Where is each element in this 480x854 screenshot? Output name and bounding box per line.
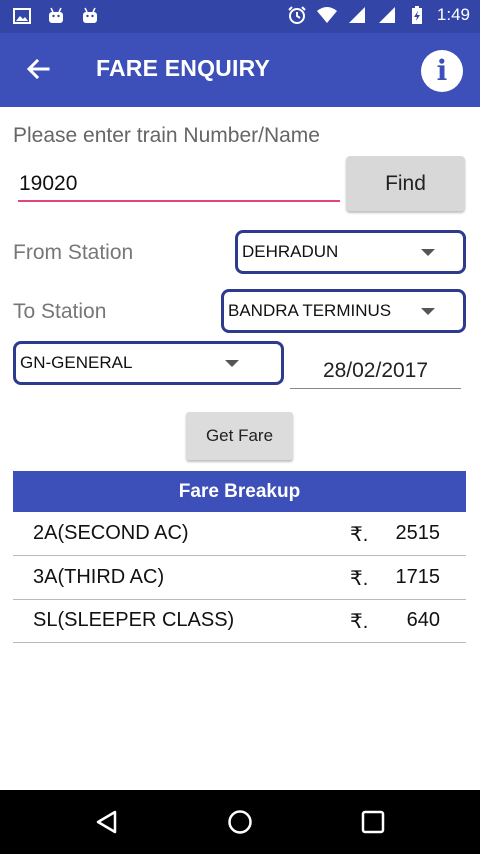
table-row: 2A(SECOND AC) ₹. 2515 (13, 512, 466, 556)
fare-class: SL(SLEEPER CLASS) (33, 609, 235, 631)
chevron-down-icon (421, 249, 435, 256)
fare-amount: 640 (406, 609, 440, 631)
battery-charging-icon (411, 6, 422, 24)
table-row: 3A(THIRD AC) ₹. 1715 (13, 556, 466, 600)
quota-value: GN-GENERAL (20, 353, 133, 372)
from-station-label: From Station (13, 241, 134, 264)
nav-back-icon[interactable] (94, 809, 120, 835)
train-number-input[interactable] (18, 168, 340, 202)
quota-select[interactable]: GN-GENERAL (13, 341, 284, 385)
currency-symbol: ₹. (350, 524, 369, 546)
image-icon (13, 8, 31, 24)
fare-class: 2A(SECOND AC) (33, 522, 189, 544)
chevron-down-icon (421, 308, 435, 315)
signal-icon (378, 7, 395, 23)
nav-home-icon[interactable] (227, 809, 253, 835)
to-station-label: To Station (13, 300, 107, 323)
currency-symbol: ₹. (350, 611, 369, 633)
status-left-icons (12, 6, 100, 26)
chevron-down-icon (225, 360, 239, 367)
fare-amount: 2515 (395, 522, 441, 544)
to-station-select[interactable]: BANDRA TERMINUS (221, 289, 466, 333)
app-bar: FARE ENQUIRY i (0, 33, 480, 107)
from-station-select[interactable]: DEHRADUN (235, 230, 466, 274)
alarm-icon (288, 6, 306, 24)
android-icon (83, 7, 97, 23)
info-icon[interactable]: i (421, 50, 463, 92)
table-row: SL(SLEEPER CLASS) ₹. 640 (13, 599, 466, 643)
wifi-icon (316, 7, 337, 23)
train-prompt-label: Please enter train Number/Name (13, 124, 320, 147)
get-fare-button[interactable]: Get Fare (186, 412, 293, 460)
currency-symbol: ₹. (350, 568, 369, 590)
arrow-back-icon[interactable] (22, 53, 54, 85)
navigation-bar (0, 790, 480, 854)
signal-icon (348, 7, 365, 23)
page-title: FARE ENQUIRY (96, 55, 271, 81)
to-station-value: BANDRA TERMINUS (228, 301, 392, 320)
status-bar: 1:49 (0, 0, 480, 33)
nav-recents-icon[interactable] (361, 810, 385, 834)
status-right-icons: 1:49 (287, 5, 470, 25)
from-station-value: DEHRADUN (242, 242, 339, 261)
android-icon (49, 7, 63, 23)
find-button[interactable]: Find (346, 156, 465, 211)
status-time: 1:49 (436, 5, 470, 24)
fare-class: 3A(THIRD AC) (33, 566, 165, 588)
journey-date-field[interactable]: 28/02/2017 (290, 354, 461, 389)
fare-breakup-header: Fare Breakup (13, 471, 466, 512)
fare-amount: 1715 (395, 566, 441, 588)
